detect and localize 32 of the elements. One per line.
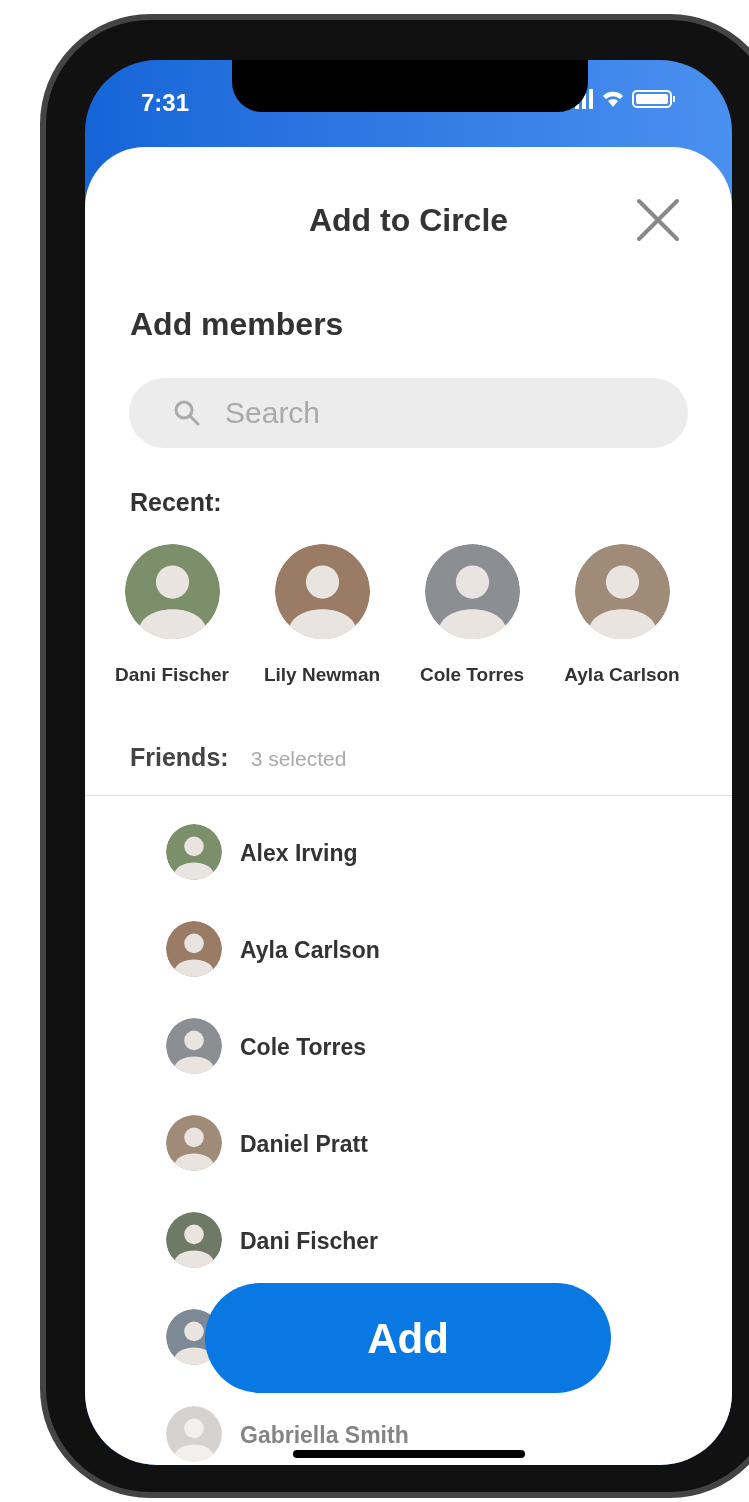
battery-icon: [632, 90, 676, 108]
section-label: Friends:: [130, 742, 229, 773]
add-button[interactable]: Add: [205, 1283, 611, 1393]
friend-name[interactable]: Gabriella Smith: [240, 1417, 409, 1452]
avatar-icon: [424, 543, 520, 639]
sheet-title: Add to Circle: [308, 201, 509, 240]
status-time: 7:31: [141, 88, 190, 118]
avatar-icon: [166, 823, 222, 880]
avatar-icon: [574, 543, 670, 639]
friend-name[interactable]: Cole Torres: [240, 1029, 367, 1064]
recent-contact[interactable]: Lily Newman: [247, 543, 397, 689]
friend-name[interactable]: Ayla Carlson: [240, 932, 380, 967]
avatar-icon: [124, 543, 220, 639]
friend-name[interactable]: Dani Fischer: [240, 1223, 379, 1258]
search-icon: [173, 399, 201, 427]
avatar-icon: [166, 1405, 222, 1462]
recent-contact[interactable]: Ayla Carlson: [547, 543, 697, 689]
section-label: Recent:: [130, 487, 223, 518]
wifi-icon: [602, 90, 624, 108]
friend-name[interactable]: Alex Irving: [240, 835, 358, 870]
friend-name[interactable]: Daniel Pratt: [240, 1126, 368, 1161]
close-icon[interactable]: [636, 198, 680, 242]
recent-contact[interactable]: Dani Fischer: [97, 543, 247, 689]
avatar-icon: [166, 1114, 222, 1171]
avatar-icon: [166, 1017, 222, 1074]
section-title: Add members: [130, 305, 345, 344]
avatar-icon: [274, 543, 370, 639]
selected-count: 3 selected: [250, 746, 347, 772]
search-field[interactable]: Search: [129, 378, 688, 448]
recent-contact[interactable]: Cole Torres: [397, 543, 547, 689]
avatar-icon: [166, 1211, 222, 1268]
avatar-icon: [166, 920, 222, 977]
